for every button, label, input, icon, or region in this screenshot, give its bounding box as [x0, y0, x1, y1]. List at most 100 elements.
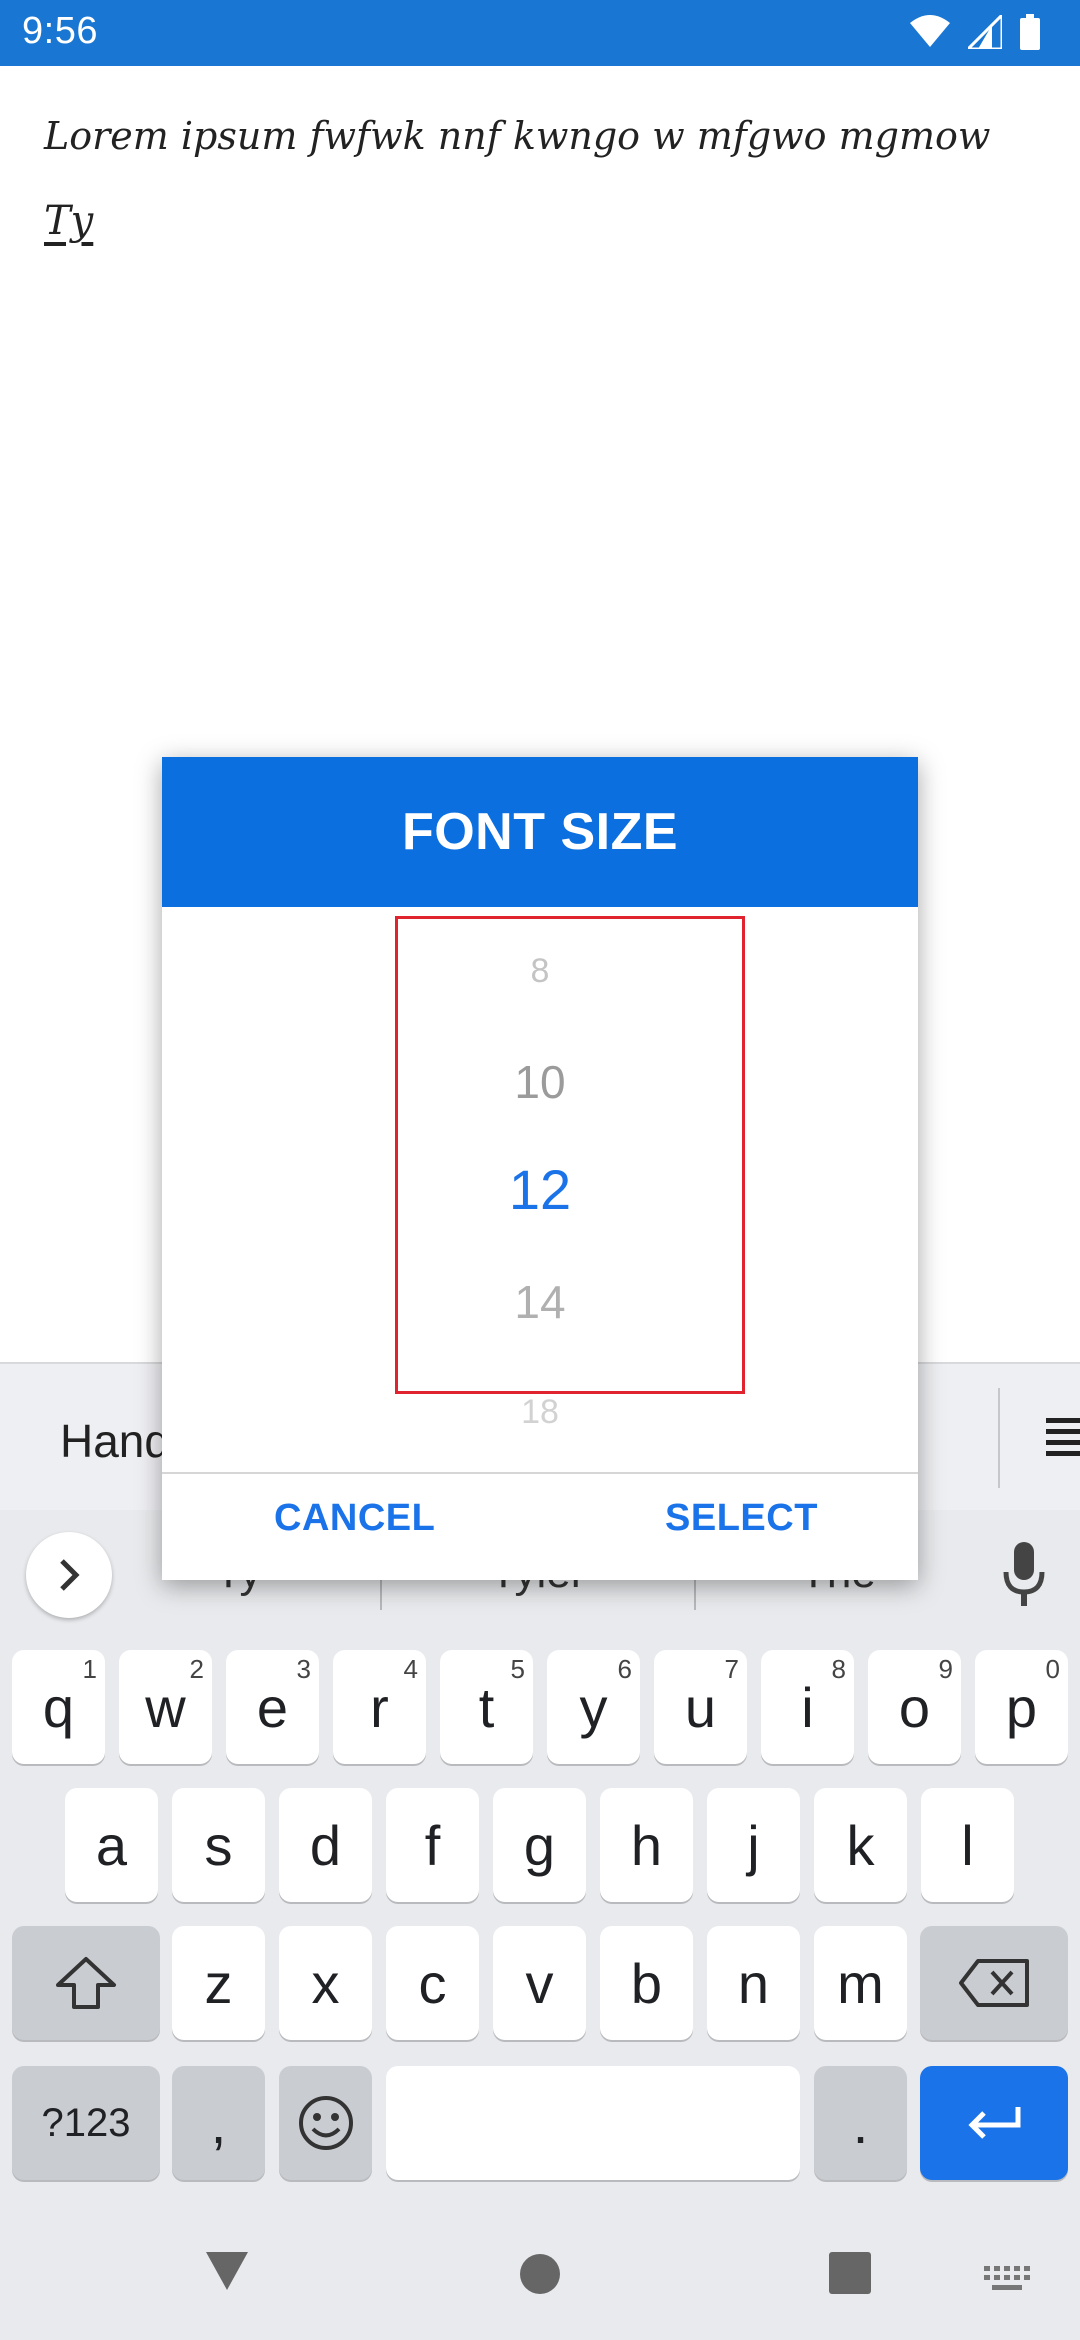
key-label: u	[684, 1675, 717, 1739]
key-b[interactable]: b	[600, 1926, 693, 2040]
status-bar: 9:56	[0, 0, 1080, 66]
key-r[interactable]: r4	[333, 1650, 426, 1764]
picker-highlight-box	[395, 916, 745, 1394]
key-g[interactable]: g	[493, 1788, 586, 1902]
key-label: e	[256, 1675, 289, 1739]
key-p[interactable]: p0	[975, 1650, 1068, 1764]
key-s[interactable]: s	[172, 1788, 265, 1902]
key-hint: 0	[1045, 1654, 1060, 1684]
key-label: r	[370, 1675, 389, 1739]
key-label: j	[747, 1813, 760, 1877]
key-y[interactable]: y6	[547, 1650, 640, 1764]
font-family-button[interactable]: Hand	[60, 1414, 170, 1468]
key-label: t	[478, 1675, 495, 1739]
key-label: l	[961, 1813, 974, 1877]
comma-key[interactable]: ,	[172, 2066, 265, 2180]
dialog-title: FONT SIZE	[162, 757, 918, 907]
key-d[interactable]: d	[279, 1788, 372, 1902]
cell-signal-icon	[968, 15, 1002, 49]
key-label: x	[311, 1951, 340, 2015]
key-label: g	[523, 1813, 556, 1877]
key-label: ?123	[41, 2100, 131, 2145]
key-t[interactable]: t5	[440, 1650, 533, 1764]
recents-icon[interactable]	[829, 2252, 871, 2294]
key-o[interactable]: o9	[868, 1650, 961, 1764]
symbols-key[interactable]: ?123	[12, 2066, 160, 2180]
navigation-bar	[0, 2220, 1080, 2340]
toolbar-divider	[998, 1388, 1000, 1488]
key-k[interactable]: k	[814, 1788, 907, 1902]
key-hint: 1	[82, 1654, 97, 1684]
keyboard-switch-icon[interactable]	[984, 2266, 1030, 2292]
cancel-button[interactable]: CANCEL	[274, 1497, 435, 1540]
mic-icon[interactable]	[1002, 1542, 1046, 1608]
key-e[interactable]: e3	[226, 1650, 319, 1764]
back-icon[interactable]	[204, 2250, 250, 2292]
key-label: c	[418, 1951, 447, 2015]
key-a[interactable]: a	[65, 1788, 158, 1902]
home-icon[interactable]	[518, 2252, 562, 2296]
key-x[interactable]: x	[279, 1926, 372, 2040]
shift-icon	[56, 1957, 116, 2009]
key-hint: 2	[189, 1654, 204, 1684]
backspace-icon	[959, 1959, 1029, 2007]
shift-key[interactable]	[12, 1926, 160, 2040]
enter-key[interactable]	[920, 2066, 1068, 2180]
picker-item[interactable]: 18	[162, 1393, 918, 1432]
select-button[interactable]: SELECT	[665, 1497, 818, 1540]
battery-icon	[1020, 14, 1040, 50]
key-c[interactable]: c	[386, 1926, 479, 2040]
key-label: .	[852, 2091, 869, 2155]
key-label: n	[737, 1951, 770, 2015]
enter-icon	[968, 2107, 1021, 2139]
chevron-right-icon[interactable]	[26, 1532, 112, 1618]
editor-text-line-current[interactable]: Ty	[44, 198, 93, 244]
key-label: w	[145, 1675, 186, 1739]
key-hint: 5	[510, 1654, 525, 1684]
key-w[interactable]: w2	[119, 1650, 212, 1764]
key-label: o	[898, 1675, 931, 1739]
key-label: d	[309, 1813, 342, 1877]
key-label: h	[630, 1813, 663, 1877]
wifi-icon	[910, 15, 950, 47]
key-i[interactable]: i8	[761, 1650, 854, 1764]
key-hint: 4	[403, 1654, 418, 1684]
key-q[interactable]: q1	[12, 1650, 105, 1764]
key-label: k	[846, 1813, 875, 1877]
key-label: y	[579, 1675, 608, 1739]
key-label: i	[801, 1675, 814, 1739]
align-justify-icon[interactable]	[1046, 1418, 1080, 1458]
status-icons	[910, 14, 1040, 50]
soft-keyboard: Ty Tyler The q1 w2 e3 r4 t5 y6 u7 i8 o9 …	[0, 1510, 1080, 2340]
key-l[interactable]: l	[921, 1788, 1014, 1902]
key-hint: 9	[938, 1654, 953, 1684]
key-hint: 7	[724, 1654, 739, 1684]
editor-text-line[interactable]: Lorem ipsum fwfwk nnf kwngo w mfgwo mgmo…	[44, 114, 990, 158]
key-label: q	[42, 1675, 75, 1739]
key-m[interactable]: m	[814, 1926, 907, 2040]
key-label: ,	[210, 2091, 227, 2155]
backspace-key[interactable]	[920, 1926, 1068, 2040]
key-hint: 8	[831, 1654, 846, 1684]
key-label: f	[424, 1813, 441, 1877]
key-label: b	[630, 1951, 663, 2015]
key-n[interactable]: n	[707, 1926, 800, 2040]
key-label: z	[204, 1951, 233, 2015]
key-hint: 3	[296, 1654, 311, 1684]
key-j[interactable]: j	[707, 1788, 800, 1902]
key-u[interactable]: u7	[654, 1650, 747, 1764]
key-f[interactable]: f	[386, 1788, 479, 1902]
dialog-divider	[162, 1472, 918, 1474]
period-key[interactable]: .	[814, 2066, 907, 2180]
space-key[interactable]	[386, 2066, 800, 2180]
emoji-icon	[298, 2096, 353, 2150]
key-z[interactable]: z	[172, 1926, 265, 2040]
key-label: a	[95, 1813, 128, 1877]
emoji-key[interactable]	[279, 2066, 372, 2180]
key-label: s	[204, 1813, 233, 1877]
key-label: v	[525, 1951, 554, 2015]
key-label: m	[837, 1951, 884, 2015]
key-h[interactable]: h	[600, 1788, 693, 1902]
key-v[interactable]: v	[493, 1926, 586, 2040]
font-size-dialog: FONT SIZE 8 10 12 14 18 CANCEL SELECT	[162, 757, 918, 1580]
